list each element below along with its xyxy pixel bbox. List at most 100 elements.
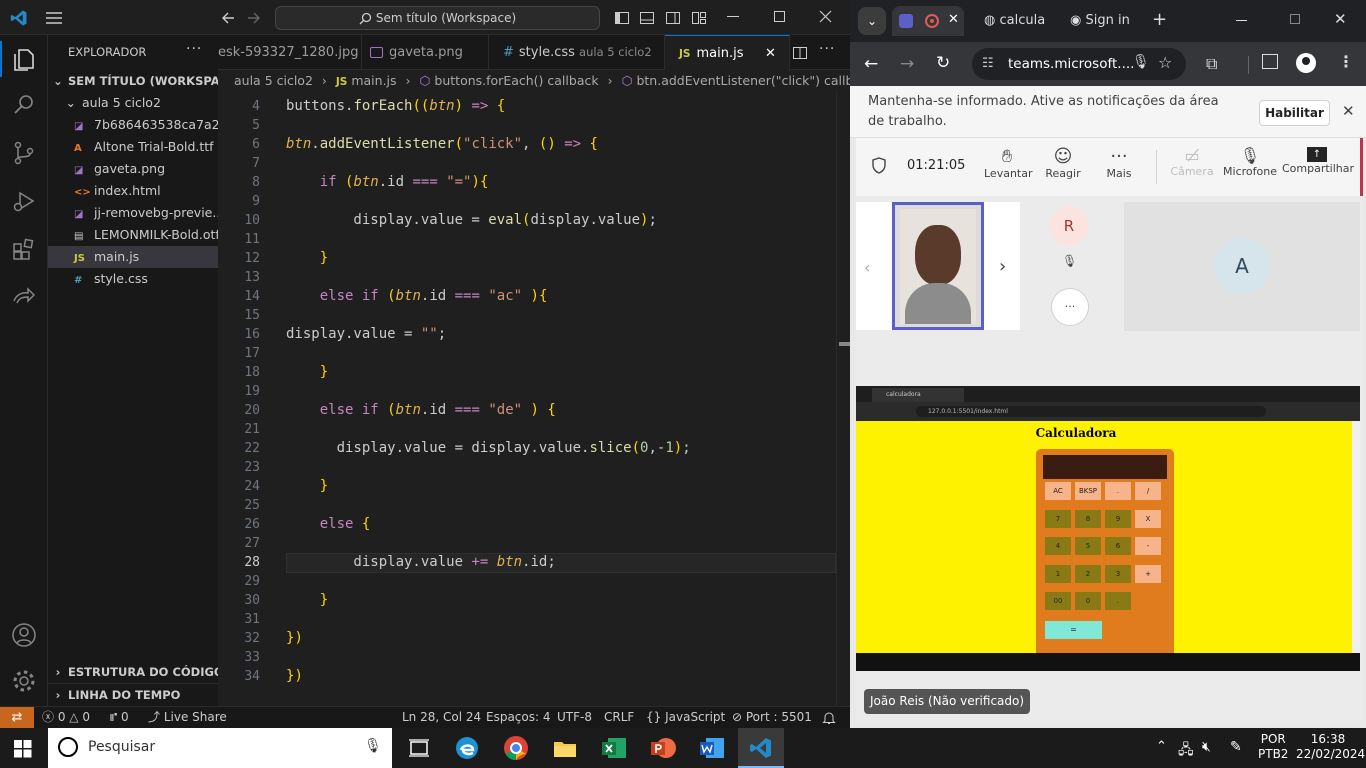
outline-section[interactable]: › ESTRUTURA DO CÓDIGO [48, 661, 218, 683]
customize-layout-icon[interactable] [691, 10, 707, 26]
language-mode[interactable]: {} JavaScript [646, 707, 725, 728]
maximize-icon[interactable] [1290, 14, 1300, 24]
chevron-right-icon[interactable]: › [999, 256, 1006, 277]
calc-button[interactable]: - [1135, 537, 1161, 555]
breadcrumb-file[interactable]: main.js [351, 73, 396, 88]
file-item[interactable]: ▤ LEMONMILK-Bold.otf [48, 224, 218, 246]
calc-button[interactable]: X [1135, 509, 1161, 528]
accounts-icon[interactable] [10, 621, 38, 649]
calc-button[interactable]: / [1135, 482, 1161, 500]
calc-button[interactable]: + [1135, 564, 1161, 583]
chevron-left-icon[interactable]: ‹ [864, 258, 870, 277]
enable-button[interactable]: Habilitar [1259, 100, 1330, 126]
shield-icon[interactable] [872, 157, 886, 174]
chrome-icon[interactable] [502, 734, 530, 762]
calc-button[interactable]: . [1105, 482, 1131, 500]
side-panel-icon[interactable] [1262, 54, 1278, 69]
tab-search-icon[interactable]: ⌄ [858, 7, 886, 35]
workspace-header[interactable]: ⌄SEM TÍTULO (WORKSPACE) [48, 70, 218, 92]
tab-gaveta[interactable]: gaveta.png [362, 35, 489, 70]
task-view-icon[interactable] [405, 734, 433, 762]
raise-hand-button[interactable]: ✋︎ Levantar [984, 146, 1033, 180]
reload-icon[interactable]: ↻ [936, 53, 950, 73]
camera-button[interactable]: ▭̸ Câmera [1168, 146, 1216, 178]
profile-avatar[interactable] [1296, 53, 1316, 73]
editor-more-icon[interactable]: ··· [819, 41, 835, 57]
tab-github-signin[interactable]: ◉ Sign in [1070, 13, 1130, 28]
clock[interactable]: 16:38 22/02/2024 [1296, 732, 1365, 762]
run-debug-icon[interactable] [10, 187, 38, 215]
ports-indicator[interactable]: ⑈ 0 [110, 707, 129, 728]
calc-button[interactable]: 3 [1105, 564, 1131, 583]
remote-icon[interactable]: ⇄ [0, 707, 34, 729]
calc-button[interactable]: 00 [1045, 592, 1071, 610]
excel-icon[interactable] [600, 734, 628, 762]
close-tab-icon[interactable]: ✕ [948, 12, 959, 27]
browser-menu-icon[interactable]: ⋮ [1338, 52, 1354, 71]
network-icon[interactable]: 🖧︎ [1178, 739, 1194, 763]
breadcrumb-listener[interactable]: btn.addEventListener("click") callback [636, 73, 850, 88]
bookmark-star-icon[interactable]: ☆ [1158, 53, 1172, 72]
tray-chevron-icon[interactable]: ⌃ [1156, 739, 1167, 754]
calc-button[interactable]: 4 [1045, 537, 1071, 555]
minimize-icon[interactable] [727, 16, 739, 17]
calc-button[interactable]: 7 [1045, 509, 1071, 528]
maximize-icon[interactable] [774, 11, 785, 22]
back-arrow-icon[interactable] [220, 10, 236, 26]
vscode-taskbar-button[interactable] [738, 728, 784, 768]
live-share-icon[interactable] [10, 283, 38, 311]
search-icon[interactable] [10, 91, 38, 119]
file-item[interactable]: A Altone Trial-Bold.ttf [48, 136, 218, 158]
live-share-status[interactable]: ⤴ Live Share [148, 707, 227, 728]
powerpoint-icon[interactable] [649, 734, 677, 762]
file-item[interactable]: ◪ jj-removebg-previe... [48, 202, 218, 224]
participant-video[interactable] [892, 202, 984, 330]
react-button[interactable]: ☺ Reagir [1040, 146, 1086, 180]
toggle-panel-icon[interactable] [639, 10, 655, 26]
windows-start-icon[interactable] [14, 740, 32, 758]
close-icon[interactable] [819, 10, 832, 23]
volume-muted-icon[interactable]: 🔇︎ [1202, 739, 1211, 755]
line-ending[interactable]: CRLF [604, 707, 634, 728]
calc-button[interactable]: 2 [1075, 564, 1101, 583]
back-arrow-icon[interactable]: ← [864, 54, 878, 74]
settings-gear-icon[interactable] [10, 667, 38, 695]
split-editor-icon[interactable] [792, 45, 808, 61]
editor-scrollbar[interactable] [836, 92, 850, 706]
file-item[interactable]: ◪ 7b686463538ca7a2c... [48, 114, 218, 136]
calc-button[interactable]: 9 [1105, 509, 1131, 528]
cursor-position[interactable]: Ln 28, Col 24 [402, 707, 481, 728]
calc-equals-button[interactable]: = [1045, 621, 1102, 639]
calc-button[interactable]: AC [1045, 482, 1071, 500]
participant-avatar-r[interactable]: R [1049, 206, 1089, 246]
explorer-icon[interactable] [10, 45, 38, 73]
word-icon[interactable] [698, 734, 726, 762]
close-icon[interactable]: ✕ [1334, 10, 1347, 28]
tab-desk-image[interactable]: esk-593327_1280.jpg [218, 35, 362, 70]
breadcrumb-folder[interactable]: aula 5 ciclo2 [234, 73, 313, 88]
calc-button[interactable]: BKSP [1075, 482, 1101, 500]
calc-button[interactable]: 6 [1105, 537, 1131, 555]
participant-tile-a[interactable]: A [1124, 202, 1360, 331]
indentation[interactable]: Espaços: 4 [486, 707, 551, 728]
share-button[interactable]: ↑ Compartilhar [1282, 146, 1354, 175]
extensions-icon[interactable] [10, 235, 38, 263]
folder-aula5[interactable]: ⌄ aula 5 ciclo2 [48, 92, 218, 114]
file-explorer-icon[interactable] [551, 734, 579, 762]
extensions-icon[interactable]: ⧉ [1206, 54, 1217, 74]
mic-icon[interactable]: 🎙︎ [364, 738, 382, 754]
notifications-bell-icon[interactable] [822, 710, 836, 725]
toggle-secondary-sidebar-icon[interactable] [665, 10, 681, 26]
code-editor[interactable]: 4 buttons.forEach((btn) => {5 6 btn.addEven… [218, 92, 850, 706]
new-tab-icon[interactable]: + [1152, 9, 1167, 30]
tab-main-js[interactable]: JS main.js ✕ [665, 35, 790, 71]
close-tab-icon[interactable]: ✕ [765, 36, 776, 71]
edge-icon[interactable] [453, 734, 481, 762]
encoding[interactable]: UTF-8 [557, 707, 592, 728]
live-server-port[interactable]: ⊘ Port : 5501 [732, 707, 812, 728]
file-item[interactable]: <> index.html [48, 180, 218, 202]
minimize-icon[interactable] [1236, 20, 1247, 21]
breadcrumb-callback[interactable]: buttons.forEach() callback [434, 73, 598, 88]
tab-calculadora[interactable]: ◍ calcula [984, 13, 1045, 28]
calc-button[interactable]: 5 [1075, 537, 1101, 555]
